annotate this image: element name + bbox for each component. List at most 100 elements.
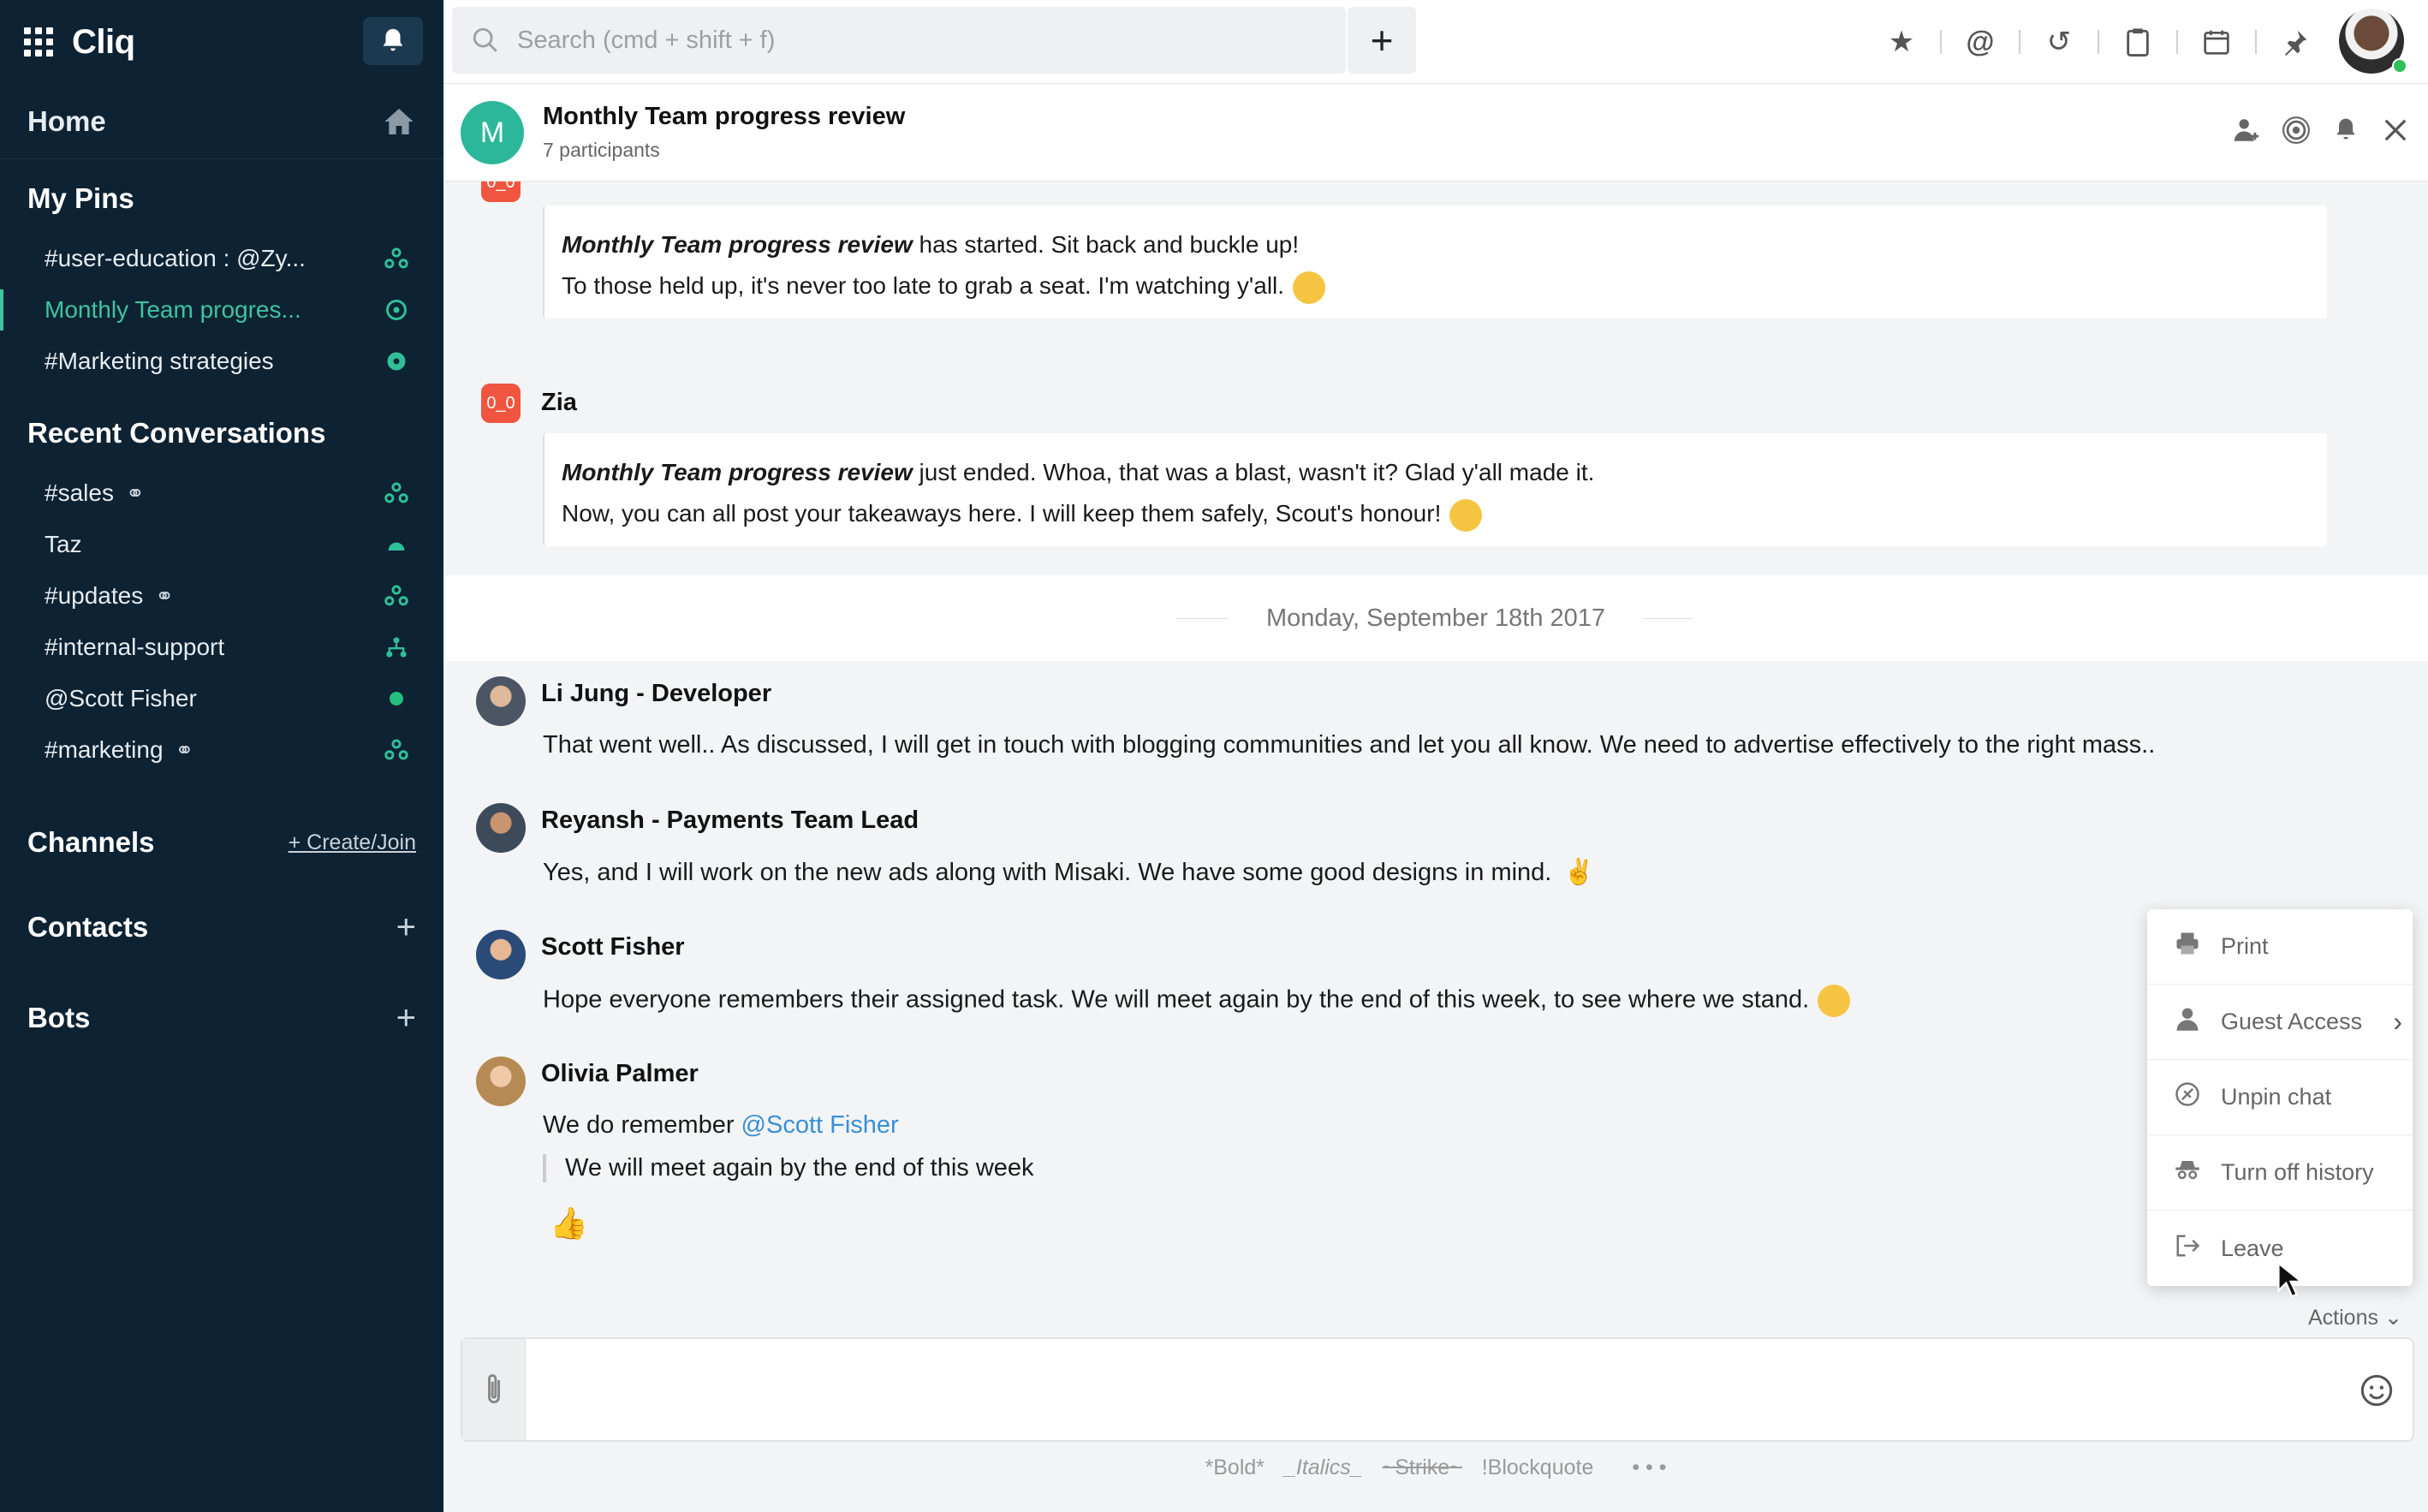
message-list[interactable]: 0_0 Monthly Team progress review has sta… <box>443 182 2428 1281</box>
mention-link[interactable]: @Scott Fisher <box>741 1111 899 1139</box>
menu-item-print[interactable]: Print <box>2147 909 2413 985</box>
participants-count[interactable]: 7 participants <box>543 139 660 162</box>
message-sender[interactable]: Zia <box>541 389 577 417</box>
mouse-cursor-icon <box>2277 1261 2304 1298</box>
attach-button[interactable] <box>462 1339 526 1440</box>
actions-toggle[interactable]: Actions ⌄ <box>2308 1305 2402 1330</box>
home-label: Home <box>27 104 106 137</box>
home-icon <box>384 108 414 134</box>
org-icon <box>384 634 409 660</box>
recent-label: @Scott Fisher <box>45 685 197 711</box>
monocle-emoji-icon <box>1293 271 1326 304</box>
sidebar-recent-marketing[interactable]: #marketing ⚭ <box>0 724 443 776</box>
menu-item-turn-off-history[interactable]: Turn off history <box>2147 1135 2413 1211</box>
pin-label: #Marketing strategies <box>45 348 274 374</box>
add-participant-icon[interactable] <box>2231 115 2262 146</box>
close-icon[interactable] <box>2380 115 2411 146</box>
unpin-icon <box>2173 1081 2202 1113</box>
chat-title[interactable]: Monthly Team progress review <box>543 103 905 131</box>
avatar[interactable] <box>476 930 526 979</box>
paperclip-icon <box>487 1374 500 1404</box>
message-sender[interactable]: Scott Fisher <box>541 933 685 961</box>
avatar[interactable] <box>476 803 526 853</box>
chevron-down-icon: ⌄ <box>2383 1306 2402 1330</box>
clipboard-icon[interactable] <box>2116 21 2159 63</box>
meeting-name: Monthly Team progress review <box>562 459 913 485</box>
strike-hint[interactable]: ~Strike~ <box>1383 1455 1462 1479</box>
emoji-picker-icon[interactable] <box>2360 1373 2394 1408</box>
add-contact-button[interactable]: + <box>396 910 416 944</box>
broadcast-icon[interactable] <box>2281 115 2312 146</box>
date-divider-text: Monday, September 18th 2017 <box>1265 604 1606 632</box>
zia-bot-icon: 0_0 <box>481 182 521 202</box>
sidebar-recent-updates[interactable]: #updates ⚭ <box>0 570 443 622</box>
at-icon[interactable]: @ <box>1959 21 2002 63</box>
group-icon <box>384 348 409 374</box>
sidebar-recent-internal-support[interactable]: #internal-support <box>0 622 443 673</box>
pin-label: #user-education : @Zy... <box>45 245 306 271</box>
message-sender[interactable]: Li Jung - Developer <box>541 680 771 708</box>
bot-message-text: To those held up, it's never too late to… <box>562 272 1285 299</box>
bot-message-text: just ended. Whoa, that was a blast, wasn… <box>912 459 1595 485</box>
menu-item-unpin-chat[interactable]: Unpin chat <box>2147 1060 2413 1135</box>
chevron-right-icon: › <box>2393 1006 2402 1037</box>
bot-message-text: Now, you can all post your takeaways her… <box>562 500 1442 527</box>
blockquote-hint[interactable]: !Blockquote <box>1482 1455 1594 1479</box>
pins-heading: My Pins <box>27 182 134 214</box>
actions-label: Actions <box>2308 1306 2378 1330</box>
avatar[interactable] <box>476 1057 526 1106</box>
blockquote: We will meet again by the end of this we… <box>543 1154 1034 1182</box>
sidebar-header: Cliq <box>0 0 443 84</box>
bots-heading: Bots + <box>27 999 416 1037</box>
recent-label: #sales <box>45 479 114 506</box>
group-icon <box>384 737 409 763</box>
date-divider: Monday, September 18th 2017 <box>443 575 2428 661</box>
bold-hint[interactable]: *Bold* <box>1205 1455 1265 1479</box>
sidebar-recent-scott-fisher[interactable]: @Scott Fisher <box>0 673 443 724</box>
pin-label: Monthly Team progres... <box>45 296 301 323</box>
sidebar-pin-monthly-review[interactable]: Monthly Team progres... <box>0 284 443 336</box>
search-input[interactable]: Search (cmd + shift + f) <box>452 7 1346 74</box>
group-icon <box>384 246 409 271</box>
shared-link-icon: ⚭ <box>175 736 194 763</box>
message-composer[interactable] <box>461 1337 2414 1442</box>
smile-emoji-icon <box>1449 498 1483 532</box>
meeting-name: Monthly Team progress review <box>562 231 913 258</box>
user-messages: Li Jung - Developer That went well.. As … <box>443 661 2428 1281</box>
new-chat-button[interactable]: + <box>1348 7 1416 74</box>
message-row: Yes, and I will work on the new ads alon… <box>543 858 1594 887</box>
notifications-button[interactable] <box>363 17 423 65</box>
message-text: Hope everyone remembers their assigned t… <box>543 985 1810 1014</box>
thumbs-up-emoji-icon: 👍 <box>550 1205 588 1241</box>
shared-link-icon: ⚭ <box>155 582 175 609</box>
message-row: We do remember @Scott Fisher <box>543 1111 899 1140</box>
group-icon <box>384 583 409 609</box>
menu-item-guest-access[interactable]: Guest Access › <box>2147 985 2413 1060</box>
group-icon <box>384 480 409 506</box>
create-join-link[interactable]: + Create/Join <box>289 830 416 855</box>
apps-grid-icon[interactable] <box>24 27 53 57</box>
sidebar-recent-taz[interactable]: Taz <box>0 519 443 570</box>
recent-label: #internal-support <box>45 634 225 660</box>
calendar-icon[interactable] <box>2195 21 2238 63</box>
history-icon[interactable]: ↺ <box>2038 21 2080 63</box>
mute-bell-icon[interactable] <box>2330 115 2361 146</box>
zia-bot-icon: 0_0 <box>481 384 521 423</box>
pin-icon[interactable] <box>2274 21 2317 63</box>
recent-label: #marketing <box>45 736 164 763</box>
italics-hint[interactable]: _Italics_ <box>1284 1455 1363 1479</box>
message-sender[interactable]: Olivia Palmer <box>541 1060 699 1088</box>
message-text: That went well.. As discussed, I will ge… <box>543 731 2156 759</box>
star-icon[interactable]: ★ <box>1880 21 1923 63</box>
message-sender[interactable]: Reyansh - Payments Team Lead <box>541 807 919 835</box>
more-options-icon[interactable]: • • • <box>1632 1455 1666 1479</box>
sidebar-home[interactable]: Home <box>0 84 443 159</box>
message-text: Yes, and I will work on the new ads alon… <box>543 859 1552 886</box>
online-status-dot <box>2392 58 2407 74</box>
avatar[interactable] <box>476 676 526 726</box>
sidebar-pin-user-education[interactable]: #user-education : @Zy... <box>0 233 443 284</box>
shared-link-icon: ⚭ <box>125 479 145 506</box>
add-bot-button[interactable]: + <box>396 1001 416 1035</box>
sidebar-pin-marketing-strategies[interactable]: #Marketing strategies <box>0 336 443 387</box>
sidebar-recent-sales[interactable]: #sales ⚭ <box>0 467 443 519</box>
